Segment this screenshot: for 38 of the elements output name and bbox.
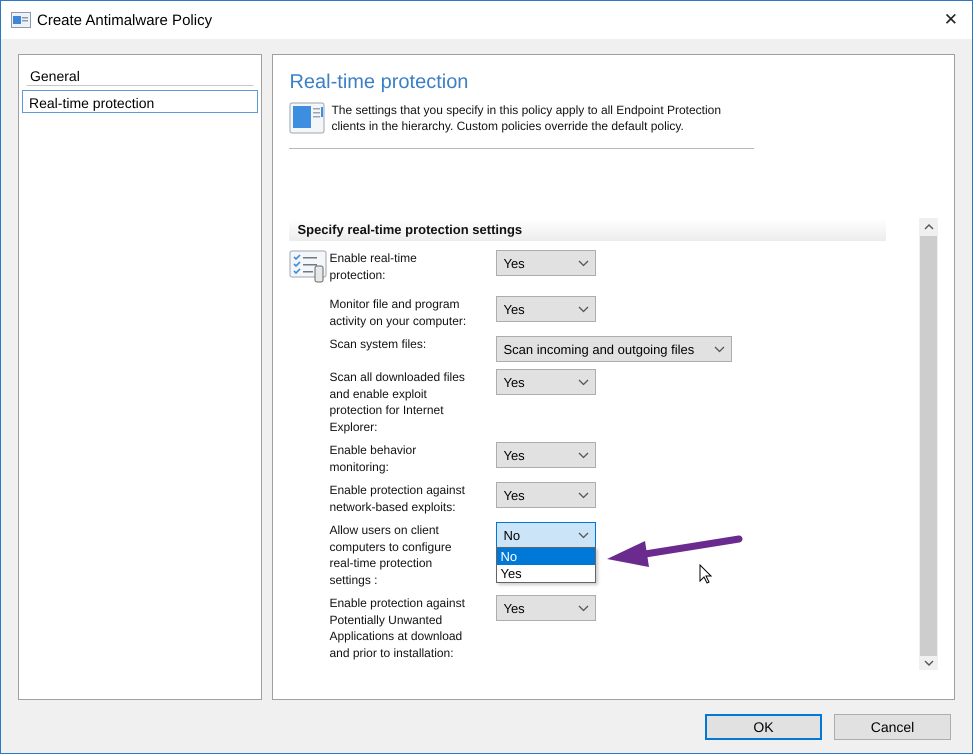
chevron-down-icon bbox=[578, 452, 590, 459]
value-dropdown[interactable]: Yes bbox=[496, 296, 596, 322]
chevron-down-icon bbox=[578, 260, 590, 267]
chevron-down-icon bbox=[714, 346, 726, 353]
value-dropdown[interactable]: Yes bbox=[496, 442, 596, 468]
value-dropdown[interactable]: Yes bbox=[496, 369, 596, 396]
value-dropdown[interactable]: Yes bbox=[496, 482, 596, 508]
window-icon bbox=[289, 102, 326, 134]
chevron-down-icon bbox=[578, 378, 590, 386]
dialog-button[interactable]: OK bbox=[705, 714, 822, 740]
setting-label: Scan all downloaded files and enable exploit protection for Internet Explorer: bbox=[329, 369, 466, 436]
setting-label: Enable behavior monitoring: bbox=[329, 442, 418, 476]
sidebar-item[interactable]: General bbox=[26, 63, 254, 86]
setting-label: Enable protection against Potentially Unwanted Applications at download and prior to installation: bbox=[329, 595, 466, 662]
value-dropdown[interactable]: Scan incoming and outgoing files bbox=[496, 336, 732, 362]
checklist-icon bbox=[289, 250, 330, 284]
page-heading: Real-time protection bbox=[289, 71, 470, 94]
setting-label: Enable protection against network-based exploits: bbox=[329, 482, 466, 516]
dropdown-option[interactable]: No bbox=[497, 548, 596, 566]
close-button[interactable]: ✕ bbox=[940, 10, 962, 30]
value-dropdown[interactable]: Yes bbox=[496, 250, 596, 276]
chevron-down-icon bbox=[578, 306, 590, 313]
setting-label: Scan system files: bbox=[329, 336, 428, 353]
setting-label: Enable real-time protection: bbox=[329, 250, 418, 284]
window-title: Create Antimalware Policy bbox=[37, 12, 214, 29]
mouse-cursor-icon bbox=[699, 564, 712, 584]
policy-description: The settings that you specify in this policy apply to all Endpoint Protection clients in the hierarchy. Custom policies override the default policy. bbox=[331, 102, 722, 134]
scrollbar[interactable] bbox=[919, 218, 938, 670]
sidebar-item[interactable]: Real-time protection bbox=[22, 90, 258, 114]
value-dropdown[interactable]: Yes bbox=[496, 595, 596, 622]
chevron-down-icon bbox=[578, 532, 590, 539]
chevron-down-icon bbox=[578, 604, 590, 612]
dropdown-option[interactable]: Yes bbox=[497, 565, 596, 582]
window-icon bbox=[11, 12, 31, 28]
setting-label: Allow users on client computers to configure real-time protection settings : bbox=[329, 522, 453, 588]
dialog-button[interactable]: Cancel bbox=[834, 714, 951, 740]
setting-label: Monitor file and program activity on your computer: bbox=[329, 296, 468, 330]
chevron-down-icon bbox=[578, 492, 590, 499]
